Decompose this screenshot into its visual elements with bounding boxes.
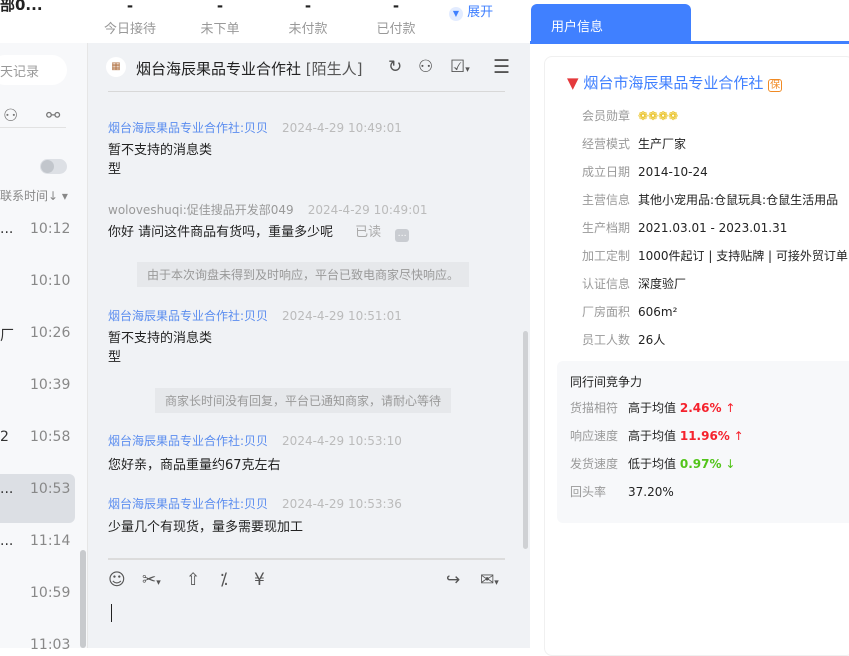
competition-row: 发货速度 低于均值 0.97% ↓	[570, 457, 736, 471]
chat-panel: ▦ 烟台海辰果品专业合作社 [陌生人] ↻ ⚇ ☑▾ ☰ 烟台海辰果品专业合作社…	[87, 43, 530, 648]
expand-button[interactable]: ▼ 展开	[449, 1, 493, 21]
scrollbar[interactable]	[80, 550, 86, 648]
system-notice: 由于本次询盘未得到及时响应，平台已致电商家尽快响应。	[137, 262, 470, 287]
competition-title: 同行间竞争力	[570, 375, 643, 389]
tab-user-info[interactable]: 用户信息	[531, 4, 691, 43]
message-input[interactable]	[111, 604, 112, 622]
search-input[interactable]: 天记录	[0, 55, 67, 85]
info-card: ▼ 烟台市海辰果品专业合作社 保 会员勋章 ❁❁❁❁ 经营模式 生产厂家 成立日期 2…	[544, 56, 849, 656]
guarantee-badge-icon: 保	[768, 79, 783, 92]
field-row: 员工人数 26人	[582, 333, 666, 347]
stat-paid: - 已付款	[376, 0, 416, 37]
avatar: ▦	[106, 57, 126, 77]
field-row: 成立日期 2014-10-24	[582, 165, 708, 179]
field-row: 认证信息 深度验厂	[582, 277, 687, 291]
upload-icon[interactable]: ⇧	[186, 570, 200, 590]
chat-scrollbar[interactable]	[523, 331, 528, 549]
company-name[interactable]: ▼ 烟台市海辰果品专业合作社 保	[567, 72, 783, 93]
competition-box: 同行间竞争力 货描相符 高于均值 2.46% ↑ 响应速度 高于均值 11.96% …	[557, 361, 849, 523]
system-notice: 商家长时间没有回复，平台已通知商家，请耐心等待	[155, 388, 452, 413]
field-row: 主营信息 其他小宠用品:仓鼠玩具:仓鼠生活用品	[582, 193, 839, 207]
medal-icons: ❁❁❁❁	[638, 109, 679, 123]
input-divider	[108, 558, 505, 560]
field-row: 加工定制 1000件起订 | 支持贴牌 | 可接外贸订单	[582, 249, 848, 263]
contacts-icon[interactable]: ⚇	[3, 106, 18, 126]
brand-icon: ▼	[567, 74, 579, 92]
scissors-icon[interactable]: ✂▾	[142, 570, 161, 590]
read-status: 已读	[355, 225, 382, 240]
stat-today: - 今日接待	[103, 0, 156, 37]
add-user-icon[interactable]: ⚇	[418, 57, 433, 77]
tab-underline	[530, 41, 849, 44]
shop-name: 部0...	[0, 0, 43, 14]
conversation-list: 天记录 ⚇ ⚯ 联系时间↓ ▾ ... 10:12 10:10 厂 10:26 10…	[0, 43, 87, 653]
field-row: 生产档期 2021.03.01 - 2023.01.31	[582, 221, 788, 235]
discount-icon[interactable]: ⁒	[220, 570, 228, 590]
stat-unpaid: - 未付款	[288, 0, 328, 37]
org-icon[interactable]: ⚯	[46, 106, 60, 126]
refresh-icon[interactable]: ↻	[388, 57, 402, 77]
toggle-switch[interactable]	[40, 159, 67, 174]
stat-no-order: - 未下单	[200, 0, 240, 37]
more-icon[interactable]: …	[395, 229, 410, 242]
emoji-icon[interactable]: ☺	[108, 570, 126, 590]
menu-icon[interactable]: ☰	[493, 56, 510, 78]
task-check-icon[interactable]: ☑▾	[450, 57, 470, 77]
field-row: 经营模式 生产厂家	[582, 137, 687, 151]
competition-row: 回头率 37.20%	[570, 485, 674, 499]
quick-reply-icon[interactable]: ✉▾	[480, 570, 499, 590]
forward-icon[interactable]: ↪	[446, 570, 460, 590]
user-info-panel: 用户信息 ▼ 烟台市海辰果品专业合作社 保 会员勋章 ❁❁❁❁ 经营模式 生产厂家 …	[530, 0, 849, 656]
field-row: 厂房面积 606m²	[582, 305, 678, 319]
competition-row: 响应速度 高于均值 11.96% ↑	[570, 429, 744, 443]
header-divider	[108, 91, 505, 92]
competition-row: 货描相符 高于均值 2.46% ↑	[570, 401, 736, 415]
divider	[0, 127, 66, 128]
field-medal: 会员勋章 ❁❁❁❁	[582, 109, 679, 123]
payment-icon[interactable]: ¥	[254, 570, 265, 590]
top-stats-bar: 部0... - 今日接待 - 未下单 - 未付款 - 已付款 ▼ 展开	[0, 0, 530, 43]
chevron-down-icon: ▼	[449, 7, 463, 21]
chat-title: 烟台海辰果品专业合作社 [陌生人]	[136, 60, 363, 78]
sort-dropdown[interactable]: 联系时间↓ ▾	[0, 187, 68, 204]
